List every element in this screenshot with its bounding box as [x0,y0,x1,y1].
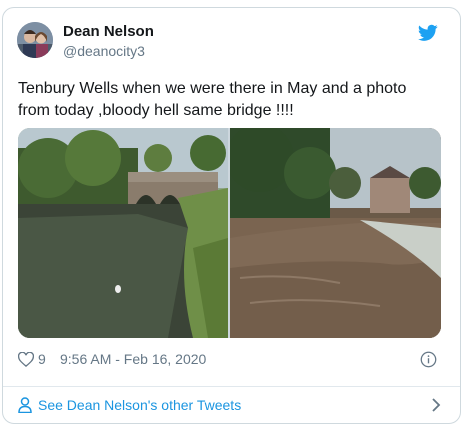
tweet-media[interactable] [18,128,441,338]
tweet-meta: 9 9:56 AM - Feb 16, 2020 [18,351,443,371]
heart-icon[interactable] [18,352,34,367]
chevron-right-icon[interactable] [431,398,441,412]
author-handle[interactable]: @deanocity3 [63,43,145,59]
twitter-bird-icon[interactable] [418,24,438,42]
photo-bridge-flood[interactable] [230,128,441,338]
person-icon [18,397,32,413]
tweet-header: Dean Nelson @deanocity3 [17,22,442,62]
tweet-timestamp[interactable]: 9:56 AM - Feb 16, 2020 [60,351,206,367]
see-other-tweets-link[interactable]: See Dean Nelson's other Tweets [18,396,443,416]
see-other-tweets-label[interactable]: See Dean Nelson's other Tweets [38,397,241,413]
like-count[interactable]: 9 [38,351,46,367]
tweet-text: Tenbury Wells when we were there in May … [18,80,407,119]
author-name[interactable]: Dean Nelson [63,23,154,40]
info-icon[interactable] [420,351,437,368]
photo-bridge-may[interactable] [18,128,228,338]
avatar[interactable] [17,22,53,58]
divider [3,386,460,387]
